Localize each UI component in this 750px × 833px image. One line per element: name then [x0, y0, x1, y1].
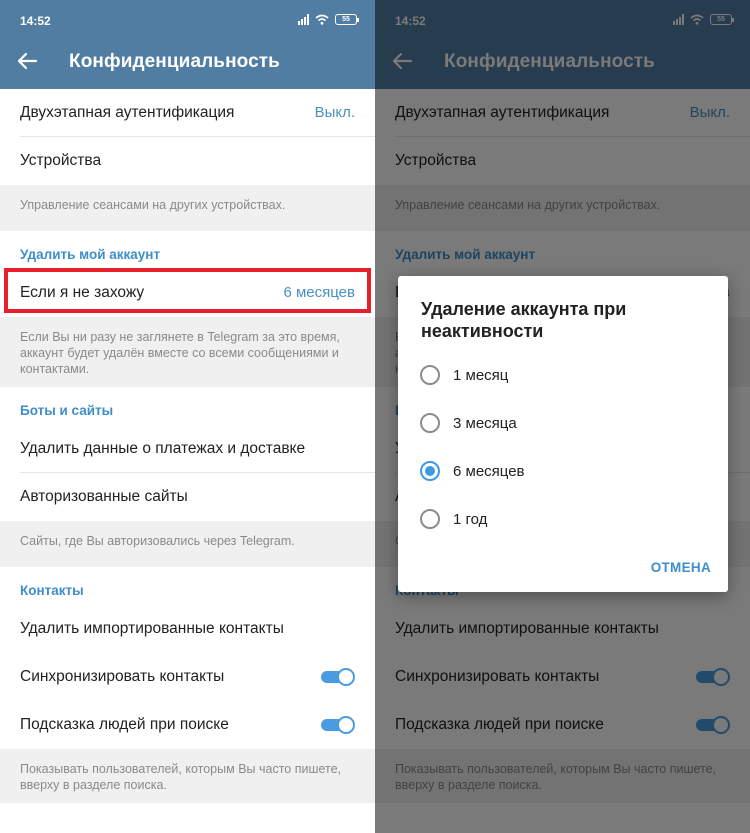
contacts-info: Показывать пользователей, которым Вы час… — [0, 749, 375, 803]
toggle-knob — [337, 716, 355, 734]
cancel-button[interactable]: ОТМЕНА — [651, 560, 711, 575]
toggle-knob — [337, 668, 355, 686]
two-step-label: Двухэтапная аутентификация — [20, 104, 235, 121]
section-title: Контакты — [20, 583, 84, 598]
privacy-screen-dialog: 14:52 55 Конфиденциальность Двухэтапная … — [375, 0, 750, 833]
delete-imported-row[interactable]: Удалить импортированные контакты — [0, 605, 375, 653]
radio-icon — [420, 413, 440, 433]
option-1-month[interactable]: 1 месяц — [420, 360, 700, 390]
contacts-section: Контакты — [0, 567, 375, 605]
delete-account-section: Удалить мой аккаунт — [0, 231, 375, 269]
status-bar: 14:52 55 — [20, 14, 359, 30]
dialog-title: Удаление аккаунта при неактивности — [421, 299, 627, 341]
sessions-info: Управление сеансами на других устройства… — [0, 185, 375, 231]
suggest-people-row[interactable]: Подсказка людей при поиске — [0, 701, 375, 749]
radio-selected-icon — [420, 461, 440, 481]
suggest-people-label: Подсказка людей при поиске — [20, 716, 229, 733]
authorized-sites-label: Авторизованные сайты — [20, 488, 188, 505]
delete-account-info: Если Вы ни разу не заглянете в Telegram … — [0, 317, 375, 387]
sync-contacts-toggle[interactable] — [321, 668, 355, 686]
suggest-people-toggle[interactable] — [321, 716, 355, 734]
if-away-row[interactable]: Если я не захожу 6 месяцев — [0, 269, 375, 317]
devices-label: Устройства — [20, 152, 102, 169]
option-6-months[interactable]: 6 месяцев — [420, 456, 700, 486]
payments-row[interactable]: Удалить данные о платежах и доставке — [0, 425, 375, 473]
if-away-value: 6 месяцев — [283, 284, 355, 301]
section-title: Боты и сайты — [20, 403, 114, 418]
authorized-sites-row[interactable]: Авторизованные сайты — [0, 473, 375, 521]
sites-info: Сайты, где Вы авторизовались через Teleg… — [0, 521, 375, 567]
privacy-screen: 14:52 55 Конфиденциальность Двухэтапная … — [0, 0, 375, 833]
status-time: 14:52 — [20, 14, 51, 28]
devices-row[interactable]: Устройства — [0, 137, 375, 185]
option-label: 1 год — [453, 511, 488, 528]
settings-list: Двухэтапная аутентификация Выкл. Устройс… — [0, 89, 375, 803]
two-step-row[interactable]: Двухэтапная аутентификация Выкл. — [0, 89, 375, 137]
inactivity-dialog: Удаление аккаунта при неактивности 1 мес… — [398, 276, 728, 592]
sync-contacts-label: Синхронизировать контакты — [20, 668, 225, 685]
if-away-label: Если я не захожу — [20, 284, 145, 301]
payments-label: Удалить данные о платежах и доставке — [20, 440, 306, 457]
radio-icon — [420, 509, 440, 529]
delete-imported-label: Удалить импортированные контакты — [20, 620, 284, 637]
bots-section: Боты и сайты — [0, 387, 375, 425]
back-arrow-icon[interactable] — [16, 50, 38, 72]
option-label: 6 месяцев — [453, 463, 525, 480]
radio-icon — [420, 365, 440, 385]
sync-contacts-row[interactable]: Синхронизировать контакты — [0, 653, 375, 701]
option-label: 3 месяца — [453, 415, 517, 432]
signal-icon — [298, 14, 309, 25]
page-title: Конфиденциальность — [69, 51, 280, 72]
app-bar: 14:52 55 Конфиденциальность — [0, 0, 375, 89]
wifi-icon — [315, 14, 329, 25]
battery-icon: 55 — [335, 14, 359, 25]
option-label: 1 месяц — [453, 367, 509, 384]
two-step-value: Выкл. — [314, 104, 355, 121]
option-1-year[interactable]: 1 год — [420, 504, 700, 534]
option-3-months[interactable]: 3 месяца — [420, 408, 700, 438]
section-title: Удалить мой аккаунт — [20, 247, 161, 262]
